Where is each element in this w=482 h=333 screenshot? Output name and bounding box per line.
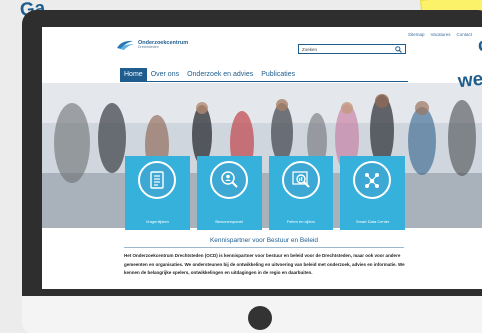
tile-label: Feiten en cijfers: [286, 219, 315, 224]
sitemap-link[interactable]: Sitemap: [408, 32, 425, 37]
list-icon: [150, 171, 164, 189]
tablet-screen: Sitemap Vacatures Contact Onderzoekcentr…: [42, 27, 482, 289]
intro-section: Kennispartner voor Bestuur en Beleid Het…: [42, 230, 482, 289]
section-heading: Kennispartner voor Bestuur en Beleid: [209, 237, 319, 244]
tile-label: Vragenlijsten: [145, 219, 169, 224]
tile-smart-data-center[interactable]: Smart Data Center: [340, 156, 405, 230]
site-logo[interactable]: Onderzoekcentrum Drechtsteden: [115, 39, 188, 51]
tile-bewonerspanel[interactable]: Bewonerspanel: [196, 156, 262, 230]
search-box[interactable]: Zoeken: [298, 44, 406, 54]
logo-mark-icon: [117, 40, 134, 50]
tile-label: Smart Data Center: [355, 219, 390, 224]
data-network-icon: [365, 173, 380, 188]
nav-item-publicaties[interactable]: Publicaties: [257, 68, 299, 81]
logo-subtitle: Drechtsteden: [138, 45, 159, 49]
tablet-home-button[interactable]: [248, 306, 272, 330]
nav-item-home[interactable]: Home: [120, 68, 147, 81]
tile-label: Bewonerspanel: [215, 219, 243, 224]
search-icon[interactable]: [395, 45, 402, 53]
vacatures-link[interactable]: Vacatures: [431, 32, 451, 37]
main-nav: Home Over ons Onderzoek en advies Public…: [120, 68, 408, 82]
magnifier-chart-icon: [291, 171, 310, 188]
intro-paragraph: Het Onderzoekcentrum Drechtsteden (OCD) …: [124, 253, 405, 275]
promo-text-line-3: we: [456, 68, 482, 93]
site-header: Sitemap Vacatures Contact Onderzoekcentr…: [42, 27, 482, 67]
magnifier-people-icon: [221, 171, 238, 188]
tile-feiten-en-cijfers[interactable]: Feiten en cijfers: [268, 156, 334, 230]
nav-item-over-ons[interactable]: Over ons: [147, 68, 183, 81]
feature-tiles: Vragenlijsten Bewonerspanel Feiten en ci…: [125, 156, 405, 230]
tile-vragenlijsten[interactable]: Vragenlijsten: [125, 156, 190, 230]
nav-item-onderzoek[interactable]: Onderzoek en advies: [183, 68, 257, 81]
contact-link[interactable]: Contact: [456, 32, 472, 37]
search-input[interactable]: Zoeken: [302, 47, 395, 52]
divider: [124, 247, 404, 248]
utility-links: Sitemap Vacatures Contact: [408, 32, 472, 37]
